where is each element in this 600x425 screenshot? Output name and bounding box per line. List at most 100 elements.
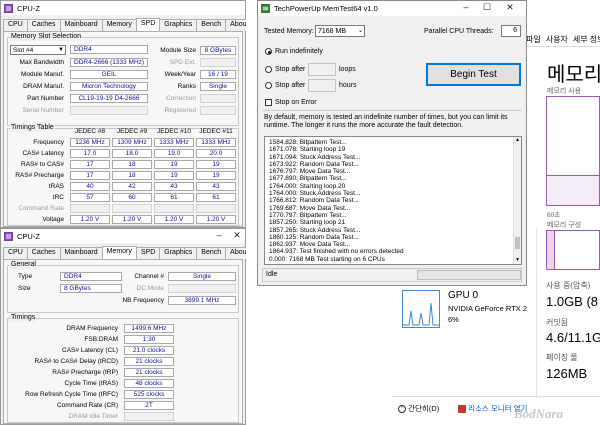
cpuz-memory-window: CPU-Z – ✕ CPU Caches Mainboard Memory SP… — [0, 228, 254, 425]
cpu-threads-input[interactable]: 6 — [501, 25, 521, 37]
timings-group-label: Timings — [10, 314, 37, 322]
timing-row-label: tRC — [52, 194, 64, 201]
memory-timing-value: 525 clocks — [124, 390, 174, 399]
timing-cell: 61 — [154, 193, 194, 202]
used-compressed-label: 사용 중(압축) — [546, 281, 591, 290]
timing-row-label: tRAS — [48, 183, 64, 190]
committed-value: 4.6/11.1G — [546, 330, 600, 345]
begin-test-button[interactable]: Begin Test — [426, 63, 521, 86]
timings-table-label: Timings Table — [10, 124, 55, 132]
cpuz-spd-tabs: CPU Caches Mainboard Memory SPD Graphics… — [3, 18, 254, 31]
menu-details[interactable]: 세부 정보 — [573, 34, 600, 45]
module-size-value: 8 GBytes — [200, 46, 236, 55]
run-indefinitely-radio[interactable] — [265, 48, 272, 55]
module-manuf-label: Module Manuf. — [21, 71, 64, 78]
part-number-label: Part Number — [27, 95, 64, 102]
timing-cell: 43 — [154, 182, 194, 191]
log-line: 1671.078: Starting loop 19 — [269, 146, 346, 154]
spd-pane: Memory Slot Selection Slot #4 ▼ DDR4 Max … — [3, 31, 243, 227]
timing-cell: 18 — [112, 171, 152, 180]
loops-input[interactable] — [308, 63, 336, 76]
tab-graphics[interactable]: Graphics — [159, 19, 198, 31]
tab-bench[interactable]: Bench — [196, 19, 227, 31]
slot-select[interactable]: Slot #4 ▼ — [10, 45, 66, 55]
timing-cell: 19 — [154, 171, 194, 180]
scroll-thumb[interactable] — [515, 237, 520, 249]
tab-memory[interactable]: Memory — [101, 19, 137, 31]
log-line: 0.000: 7168 MB Test starting on 6 CPUs — [269, 255, 385, 263]
timing-cell: 1.20 V — [196, 215, 236, 224]
time-axis-label: 60초 — [547, 212, 561, 219]
timing-cell: 17 — [70, 160, 110, 169]
log-line: 1864.937: Test finished with no errors d… — [269, 248, 404, 256]
memory-heading: 메모리 — [547, 64, 600, 86]
timing-cell: 1309 MHz — [112, 138, 152, 147]
tab-caches[interactable]: Caches — [26, 247, 61, 259]
minimize-icon[interactable]: – — [458, 1, 474, 15]
tab-bench[interactable]: Bench — [196, 247, 227, 259]
fewer-details-button[interactable]: ⌃ 간단히(D) — [398, 403, 439, 414]
timing-cell: 1.20 V — [112, 215, 152, 224]
cpuz-spd-titlebar[interactable]: CPU-Z — [1, 1, 245, 15]
menu-file[interactable]: 파일 — [526, 34, 541, 45]
memory-timing-label: Row Refresh Cycle Time (tRFC) — [25, 391, 118, 398]
hours-input[interactable] — [308, 79, 336, 92]
tab-graphics[interactable]: Graphics — [159, 247, 198, 259]
chevron-down-icon: ▼ — [58, 47, 64, 53]
tab-mainboard[interactable]: Mainboard — [59, 19, 103, 31]
timing-row-label: RAS# Precharge — [15, 172, 64, 179]
tab-memory[interactable]: Memory — [101, 246, 137, 259]
tab-cpu[interactable]: CPU — [3, 247, 28, 259]
log-line: 1857.250: Starting loop 21 — [269, 219, 346, 227]
timing-cell: 17.0 — [70, 149, 110, 158]
cpu-threads-value: 6 — [513, 27, 517, 34]
log-scrollbar[interactable]: ▲ ▼ — [513, 137, 521, 264]
gpu-list-item[interactable]: GPU 0 NVIDIA GeForce RTX 2 6% — [400, 286, 530, 330]
chevron-up-icon: ⌃ — [398, 405, 406, 414]
nb-frequency-value: 3899.1 MHz — [168, 296, 236, 305]
hours-label: hours — [339, 82, 357, 89]
ddr-type-value: DDR4 — [70, 45, 148, 54]
stop-on-error-checkbox[interactable] — [265, 99, 272, 106]
chevron-down-icon: ⌄ — [357, 28, 363, 34]
log-line: 1857.265: Stuck Address Test... — [269, 226, 361, 234]
stop-after-hours-label: Stop after — [275, 82, 306, 89]
tested-memory-label: Tested Memory: — [264, 28, 314, 35]
maximize-icon[interactable]: ☐ — [479, 1, 495, 15]
memory-usage-fill — [547, 174, 599, 205]
close-icon[interactable]: ✕ — [229, 229, 245, 243]
tab-spd[interactable]: SPD — [135, 247, 161, 259]
tab-caches[interactable]: Caches — [26, 19, 61, 31]
test-log[interactable]: 1584.828: Bitpattern Test... 1671.078: St… — [264, 136, 522, 265]
gpu-percent: 6% — [448, 315, 459, 324]
ranks-label: Ranks — [177, 83, 196, 90]
memtest-titlebar[interactable]: TechPowerUp MemTest64 v1.0 – ☐ ✕ — [258, 1, 526, 16]
stop-after-hours-radio[interactable] — [265, 82, 272, 89]
stop-after-loops-radio[interactable] — [265, 66, 272, 73]
log-line: 1676.797: Move Data Test... — [269, 168, 351, 176]
cpuz-memory-tabs: CPU Caches Mainboard Memory SPD Graphics… — [3, 246, 254, 259]
timing-cell: 18.0 — [112, 149, 152, 158]
paged-pool-value: 126MB — [546, 366, 588, 381]
paged-pool-label: 페이징 풀 — [546, 353, 578, 362]
cpuz-memory-titlebar[interactable]: CPU-Z – ✕ — [1, 229, 245, 243]
timing-cell: 1.20 V — [70, 215, 110, 224]
scroll-down-icon[interactable]: ▼ — [515, 257, 520, 264]
timing-cell: 1333 MHz — [196, 138, 236, 147]
close-icon[interactable]: ✕ — [502, 1, 518, 15]
dram-manuf-value: Micron Technology — [70, 82, 148, 91]
log-line: 1673.922: Random Data Test... — [269, 160, 359, 168]
memory-composition-label: 메모리 구성 — [547, 222, 582, 229]
tested-memory-select[interactable]: 7168 MB ⌄ — [315, 25, 365, 37]
timing-row-label: Voltage — [42, 216, 64, 223]
gpu-name: NVIDIA GeForce RTX 2 — [448, 304, 528, 313]
tab-spd[interactable]: SPD — [135, 18, 161, 31]
scroll-up-icon[interactable]: ▲ — [515, 137, 520, 144]
resource-monitor-icon — [458, 405, 466, 414]
minimize-icon[interactable]: – — [211, 229, 227, 243]
tab-mainboard[interactable]: Mainboard — [59, 247, 103, 259]
menu-users[interactable]: 사용자 — [546, 34, 568, 45]
log-line: 1764.000: Starting loop 20 — [269, 182, 346, 190]
tab-cpu[interactable]: CPU — [3, 19, 28, 31]
memory-timing-label: DRAM Frequency — [66, 325, 118, 332]
